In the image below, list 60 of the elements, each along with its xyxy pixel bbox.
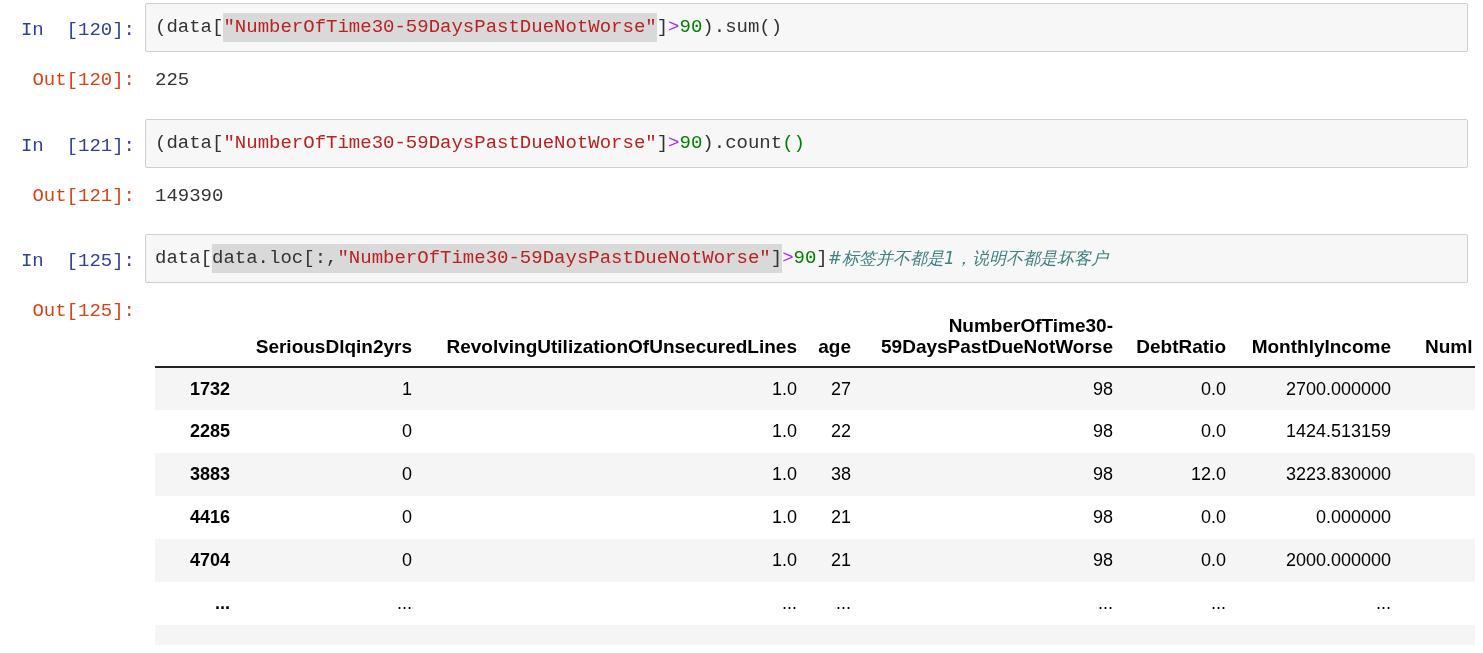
- row-index: ...: [155, 582, 245, 625]
- code-cell[interactable]: data[data.loc[:,"NumberOfTime30-59DaysPastDueNotWorse"]>90]#标签并不都是1，说明不都是坏客户: [145, 234, 1468, 283]
- column-header: DebtRatio: [1128, 309, 1241, 367]
- table-cell: 98: [866, 453, 1128, 496]
- row-index: 4704: [155, 539, 245, 582]
- table-cell: 1.0: [427, 539, 812, 582]
- table-cell: 0.0: [1128, 496, 1241, 539]
- table-cell: 0: [245, 453, 427, 496]
- table-cell: ...: [1241, 582, 1406, 625]
- table-cell: 3223.830000: [1241, 453, 1406, 496]
- table-cell: 0.000000: [1241, 496, 1406, 539]
- input-prompt: In [121]:: [19, 133, 136, 159]
- column-header: RevolvingUtilizationOfUnsecuredLines: [427, 309, 812, 367]
- table-cell: 98: [866, 539, 1128, 582]
- table-cell: 0.0: [1128, 410, 1241, 453]
- table-cell: 98: [866, 410, 1128, 453]
- table-cell: 0: [245, 496, 427, 539]
- code-cell[interactable]: (data["NumberOfTime30-59DaysPastDueNotWorse"]>90).sum(): [145, 3, 1468, 52]
- table-cell: 0: [245, 539, 427, 582]
- table-cell: 1.0: [427, 410, 812, 453]
- table-cell: ...: [866, 582, 1128, 625]
- row-index: 4416: [155, 496, 245, 539]
- table-cell: 27: [812, 367, 866, 410]
- table-cell: 22: [812, 410, 866, 453]
- table-cell: 1.0: [427, 453, 812, 496]
- table-cell: 1.0: [427, 367, 812, 410]
- table-cell: 0.0: [1128, 367, 1241, 410]
- table-cell: ...: [1128, 582, 1241, 625]
- output-text: 225: [154, 68, 190, 93]
- table-cell: 2700.000000: [1241, 367, 1406, 410]
- output-prompt: Out[125]:: [31, 299, 136, 324]
- output-text: 149390: [154, 183, 224, 209]
- column-header: MonthlyIncome: [1241, 309, 1406, 367]
- table-cell: 0: [245, 410, 427, 453]
- table-cell: 21: [812, 539, 866, 582]
- column-header: NumberOfTime30-59DaysPastDueNotWorse: [866, 309, 1128, 367]
- table-cell: 38: [812, 453, 866, 496]
- input-prompt: In [125]:: [19, 249, 136, 274]
- column-header: SeriousDlqin2yrs: [245, 309, 427, 367]
- code-cell[interactable]: (data["NumberOfTime30-59DaysPastDueNotWorse"]>90).count(): [145, 118, 1468, 168]
- table-cell: 1.0: [427, 496, 812, 539]
- table-cell: 21: [812, 496, 866, 539]
- input-prompt: In [120]:: [19, 18, 136, 43]
- table-cell: 12.0: [1128, 453, 1241, 496]
- table-cell: 98: [866, 367, 1128, 410]
- output-prompt: Out[120]:: [31, 68, 136, 93]
- table-cell: 2000.000000: [1241, 539, 1406, 582]
- table-cell: 1424.513159: [1241, 410, 1406, 453]
- column-header: age: [812, 309, 866, 367]
- row-index: 1732: [155, 367, 245, 410]
- table-cell: 98: [866, 496, 1128, 539]
- output-prompt: Out[121]:: [31, 183, 136, 209]
- table-cell: ...: [812, 582, 866, 625]
- row-index: 3883: [155, 453, 245, 496]
- table-cell: ...: [427, 582, 812, 625]
- column-header: Numl: [1406, 309, 1475, 367]
- table-cell: ...: [245, 582, 427, 625]
- row-index: 2285: [155, 410, 245, 453]
- table-cell: 0.0: [1128, 539, 1241, 582]
- table-cell: 1: [245, 367, 427, 410]
